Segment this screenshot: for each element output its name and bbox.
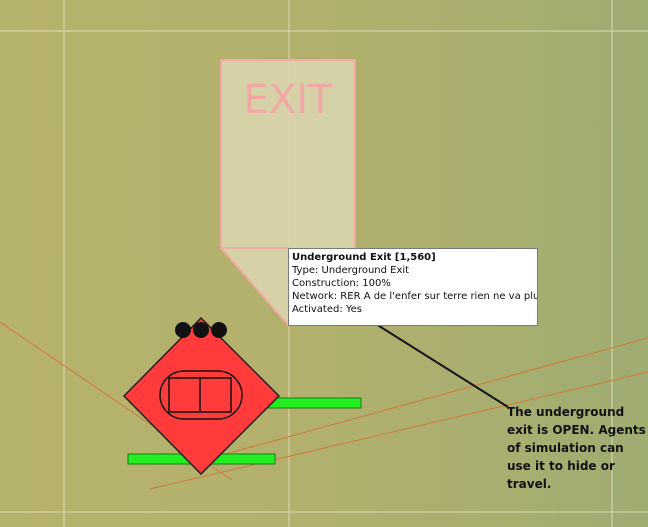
object-tooltip: Underground Exit [1,560] Type: Undergrou… — [288, 248, 538, 326]
map-canvas[interactable]: EXIT Underground Exit [1,560] Type: Unde… — [0, 0, 648, 527]
status-dot-icon — [211, 322, 227, 338]
platform-bar[interactable] — [261, 397, 362, 409]
tooltip-construction: Construction: 100% — [292, 278, 391, 289]
annotation-note: The underground exit is OPEN. Agents of … — [507, 405, 646, 491]
tooltip-network: Network: RER A de l'enfer sur terre rien… — [292, 291, 538, 302]
tooltip-type: Type: Underground Exit — [292, 265, 410, 276]
underground-exit-marker[interactable] — [122, 316, 281, 476]
status-dot-icon — [175, 322, 191, 338]
callout-line — [292, 318, 509, 408]
tooltip-title: Underground Exit [1,560] — [292, 252, 436, 263]
exit-sign-label: EXIT — [244, 77, 333, 123]
tooltip-activated: Activated: Yes — [292, 304, 363, 315]
station-diamond[interactable] — [122, 316, 281, 476]
status-dot-icon — [193, 322, 209, 338]
